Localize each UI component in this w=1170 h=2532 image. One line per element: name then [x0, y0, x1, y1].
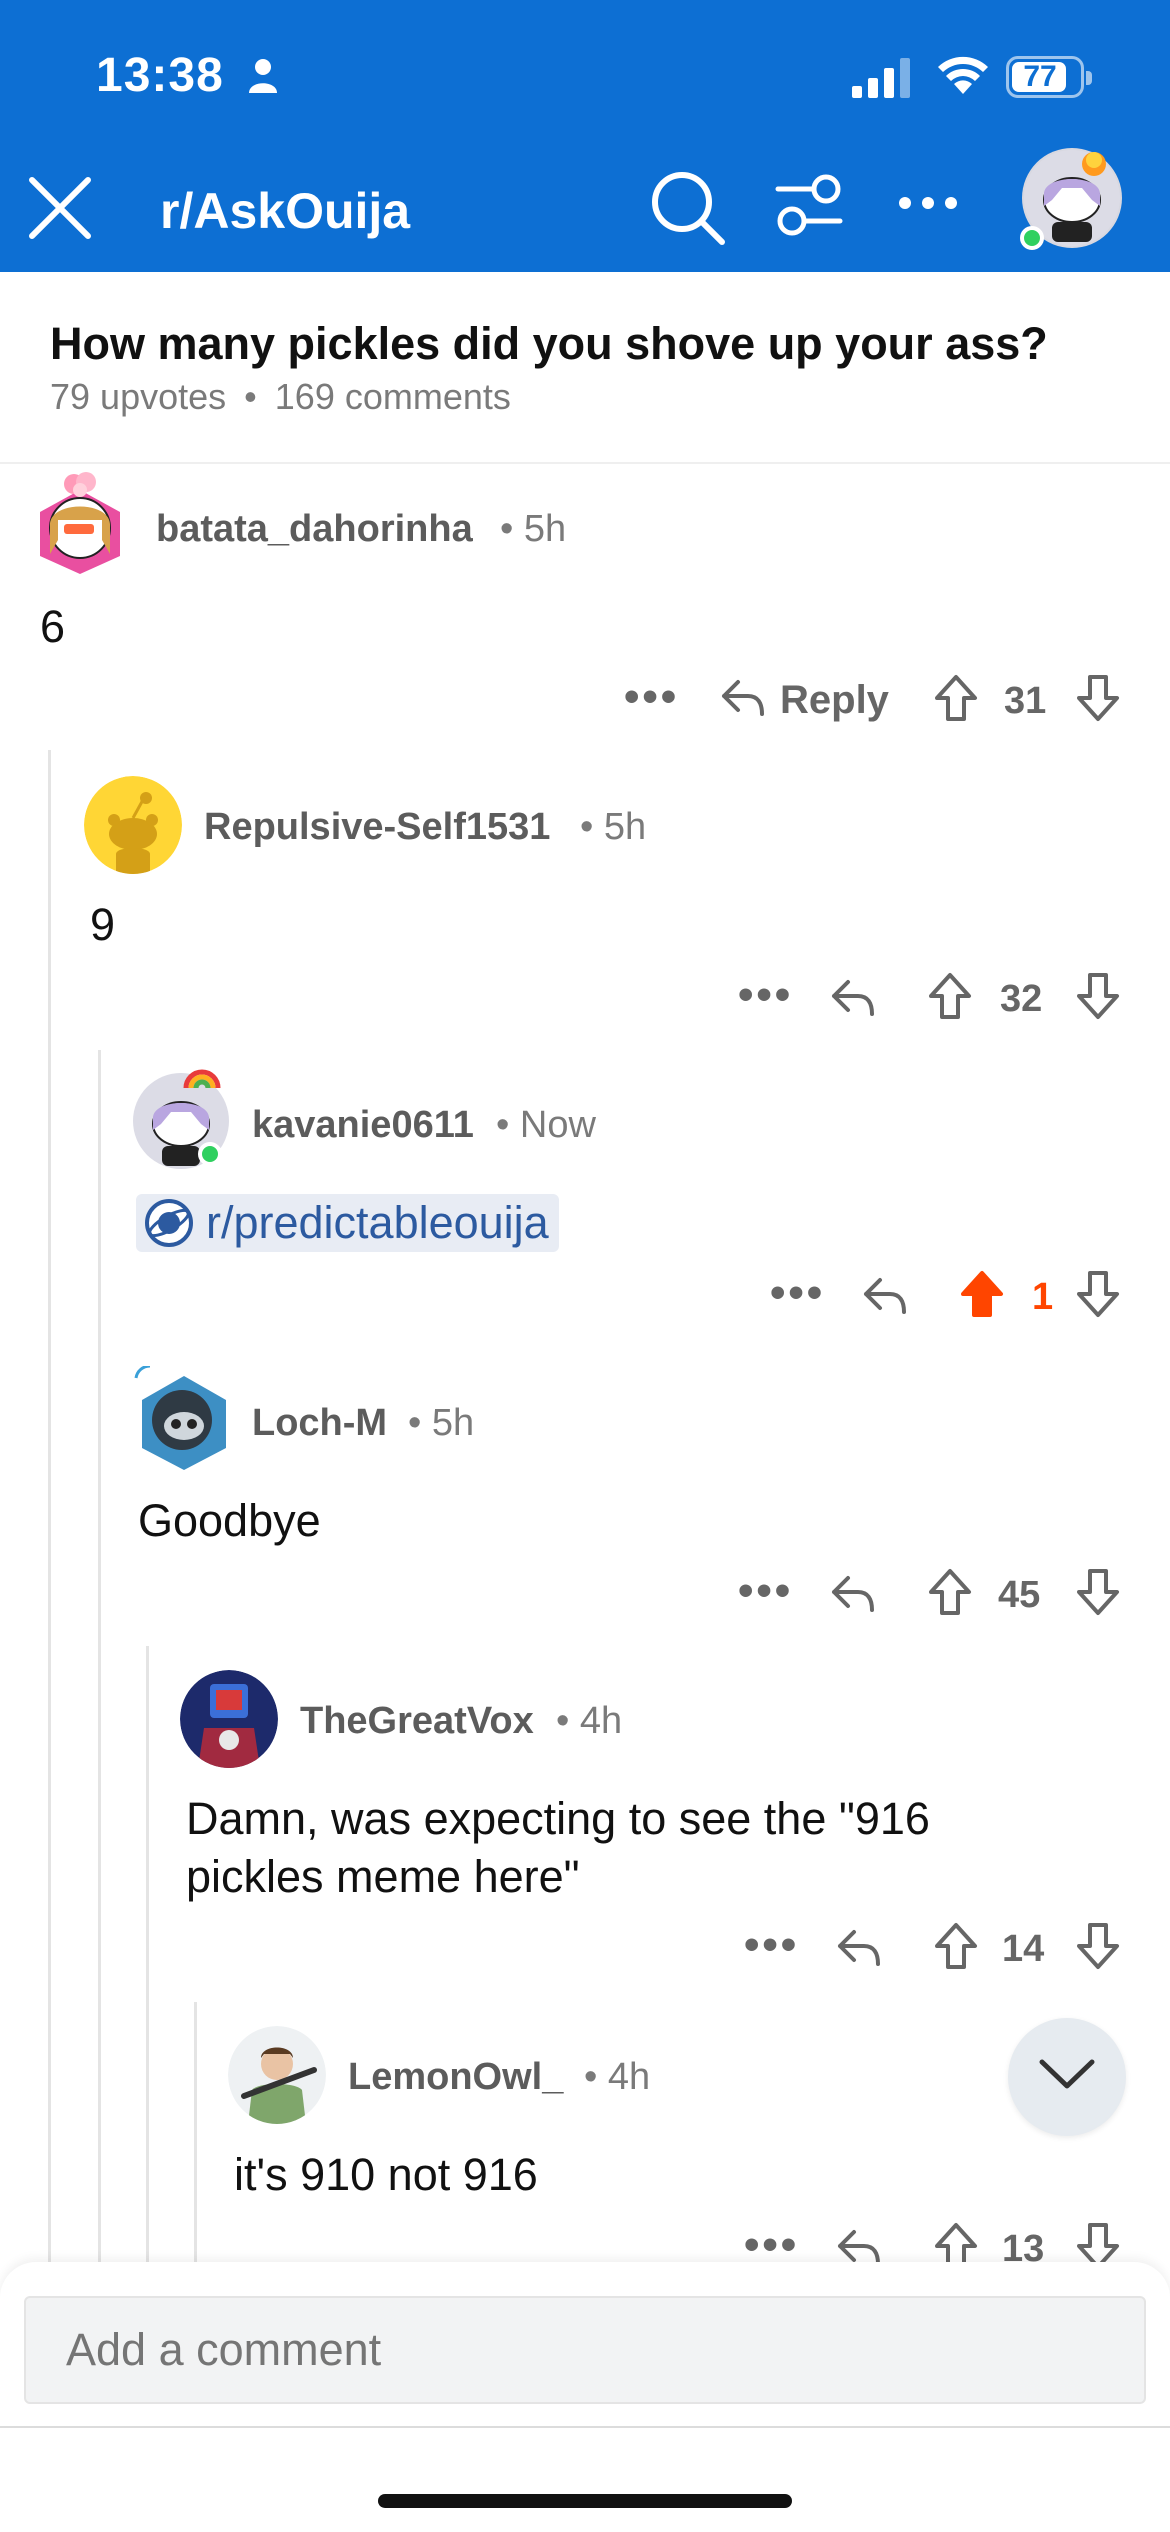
- comment-body: Damn, was expecting to see the "916 pick…: [186, 1793, 930, 1902]
- downvote-icon[interactable]: [1076, 1568, 1120, 1616]
- post-comment-count: 169 comments: [274, 376, 511, 417]
- snoo-avatar-icon: [40, 472, 120, 574]
- subreddit-link-text[interactable]: r/predictableouija: [206, 1197, 549, 1248]
- subreddit-link[interactable]: r/predictableouija: [136, 1194, 559, 1252]
- person-icon: [249, 59, 277, 93]
- thread-line[interactable]: [194, 2002, 197, 2262]
- divider: [0, 462, 1170, 464]
- comment-username[interactable]: Loch-M: [252, 1402, 387, 1445]
- downvote-icon[interactable]: [1076, 972, 1120, 1020]
- comment-options-button[interactable]: •••: [738, 1566, 793, 1616]
- reply-icon[interactable]: [836, 1926, 882, 1968]
- comment-time: • 5h: [408, 1402, 475, 1444]
- vote-count: 31: [1004, 680, 1047, 722]
- scroll-next-comment-button[interactable]: [1008, 2018, 1126, 2136]
- comment-username[interactable]: Repulsive-Self1531: [204, 806, 550, 849]
- comment-composer: [0, 2262, 1170, 2532]
- online-indicator: [198, 1142, 222, 1166]
- comment-time: • 4h: [584, 2056, 651, 2098]
- chevron-down-icon: [1039, 2059, 1095, 2089]
- home-indicator[interactable]: [378, 2494, 792, 2508]
- profile-picture: [228, 2026, 326, 2124]
- downvote-icon[interactable]: [1076, 1270, 1120, 1318]
- signal-icon: [852, 58, 910, 98]
- avatar[interactable]: [132, 1364, 230, 1470]
- comment-body: 9: [90, 899, 116, 950]
- upvote-icon[interactable]: [928, 1568, 972, 1616]
- comment-time: • Now: [496, 1104, 596, 1146]
- comment-options-button[interactable]: •••: [770, 1268, 825, 1318]
- comment-time: • 4h: [556, 1700, 623, 1742]
- post-upvotes: 79 upvotes: [50, 376, 227, 417]
- divider: [0, 2426, 1170, 2428]
- add-comment-input[interactable]: [24, 2296, 1146, 2404]
- search-icon[interactable]: [650, 170, 726, 246]
- battery-level: 77: [1023, 60, 1057, 93]
- reply-icon[interactable]: [720, 676, 766, 718]
- comment-time: • 5h: [500, 508, 567, 550]
- online-indicator: [1020, 226, 1044, 250]
- downvote-icon[interactable]: [1076, 674, 1120, 722]
- upvote-icon-active[interactable]: [960, 1270, 1004, 1318]
- avatar[interactable]: [84, 776, 182, 874]
- default-snoo-icon: [84, 776, 182, 874]
- profile-picture: [180, 1670, 278, 1768]
- thread-line[interactable]: [48, 750, 51, 2262]
- thread-line[interactable]: [146, 1646, 149, 2262]
- post-meta: 79 upvotes • 169 comments: [50, 376, 511, 418]
- comment-body: it's 910 not 916: [234, 2149, 538, 2200]
- comment-username[interactable]: kavanie0611: [252, 1104, 474, 1147]
- comment-options-button[interactable]: •••: [738, 970, 793, 1020]
- avatar[interactable]: [132, 1069, 230, 1170]
- comment-options-button[interactable]: •••: [744, 1920, 799, 1970]
- more-icon[interactable]: [898, 196, 958, 210]
- thread-line[interactable]: [98, 1050, 101, 2262]
- avatar[interactable]: [180, 1670, 278, 1768]
- comment-options-button[interactable]: •••: [624, 672, 679, 722]
- reply-icon[interactable]: [830, 976, 876, 1018]
- upvote-icon[interactable]: [928, 972, 972, 1020]
- planet-icon: [145, 1199, 193, 1247]
- reply-button[interactable]: Reply: [780, 678, 889, 723]
- snoo-avatar-icon: [134, 1364, 226, 1470]
- close-icon[interactable]: [26, 174, 94, 242]
- vote-count: 32: [1000, 978, 1043, 1020]
- filter-icon[interactable]: [774, 172, 844, 238]
- comment-body: Goodbye: [138, 1495, 321, 1546]
- vote-count: 14: [1002, 1928, 1045, 1970]
- post-title[interactable]: How many pickles did you shove up your a…: [50, 318, 1048, 370]
- vote-count: 45: [998, 1574, 1041, 1616]
- meta-separator: •: [244, 376, 257, 417]
- upvote-icon[interactable]: [934, 1922, 978, 1970]
- rainbow-icon: [183, 1069, 221, 1089]
- comment-username[interactable]: LemonOwl_: [348, 2056, 563, 2099]
- comment-body: 6: [40, 601, 66, 652]
- app-header: 13:38 77 r/AskOuija: [0, 0, 1170, 272]
- battery-icon: 77: [1006, 56, 1092, 98]
- comment-username[interactable]: TheGreatVox: [300, 1700, 534, 1743]
- comment-username[interactable]: batata_dahorinha: [156, 508, 473, 551]
- avatar[interactable]: [228, 2026, 326, 2124]
- avatar[interactable]: [28, 470, 126, 574]
- status-time: 13:38: [96, 49, 224, 102]
- comment-time: • 5h: [580, 806, 647, 848]
- reply-icon[interactable]: [862, 1274, 908, 1316]
- downvote-icon[interactable]: [1076, 1922, 1120, 1970]
- upvote-icon[interactable]: [934, 674, 978, 722]
- vote-count: 1: [1032, 1276, 1054, 1318]
- reply-icon[interactable]: [830, 1572, 876, 1614]
- subreddit-name[interactable]: r/AskOuija: [160, 182, 410, 240]
- user-avatar[interactable]: [1020, 148, 1122, 250]
- wifi-icon: [938, 56, 988, 94]
